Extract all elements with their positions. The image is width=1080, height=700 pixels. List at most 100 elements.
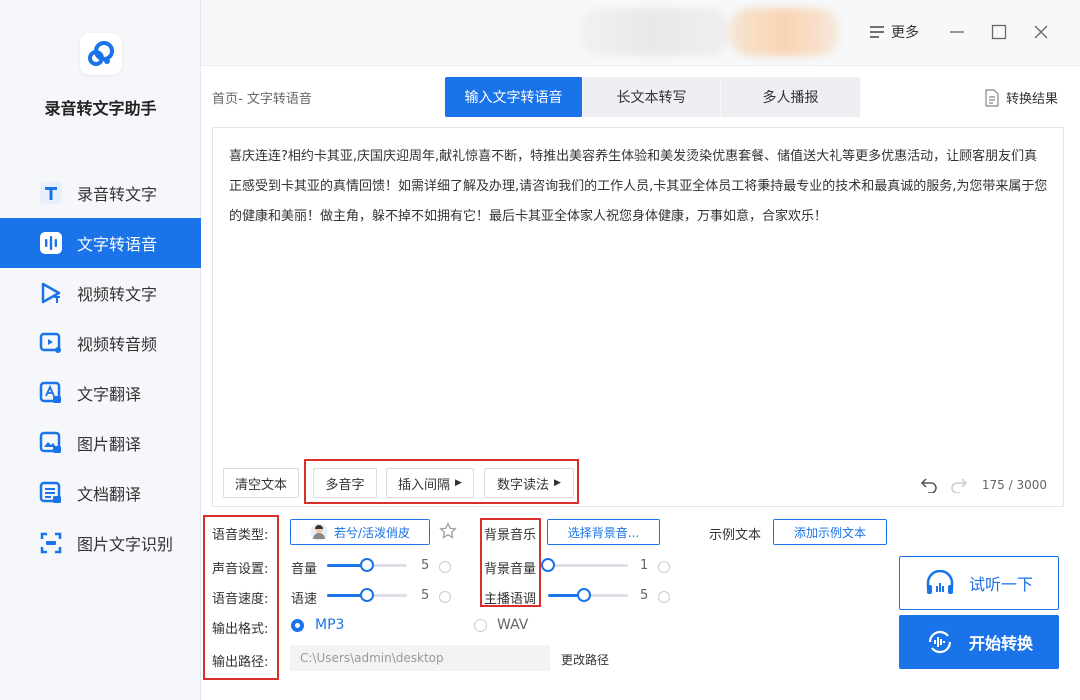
reset-icon[interactable] [439,561,451,573]
menu-icon [870,26,884,38]
pitch-slider[interactable] [548,588,628,602]
tab-bar: 输入文字转语音 长文本转写 多人播报 [445,77,861,117]
reset-icon[interactable] [658,561,670,573]
sidebar-item-video-to-audio[interactable]: 视频转音频 [0,318,201,368]
select-bg-music-button[interactable]: 选择背景音... [547,519,660,545]
output-path-field[interactable]: C:\Users\admin\desktop [290,645,550,671]
breadcrumb: 首页- 文字转语音 [212,92,312,107]
triangle-right-icon: ▶ [554,478,561,488]
undo-icon[interactable] [920,475,938,493]
text-editor[interactable]: 喜庆连连?相约卡其亚,庆国庆迎周年,献礼惊喜不断，特推出美容养生体验和美发烫染优… [212,127,1064,507]
voice-name: 若兮/活泼俏皮 [333,525,411,540]
wav-radio[interactable] [474,619,487,632]
video-audio-icon [38,330,64,356]
number-reading-button[interactable]: 数字读法 ▶ [484,468,574,498]
start-label: 开始转换 [968,634,1033,653]
sidebar-item-image-translate[interactable]: 图片翻译 [0,418,201,468]
sidebar-item-label: 视频转文字 [77,285,158,304]
insert-pause-button[interactable]: 插入间隔 ▶ [386,468,474,498]
result-label: 转换结果 [1006,92,1059,107]
pitch-label: 主播语调 [484,592,537,607]
speed-label: 语速 [291,592,318,607]
sidebar-item-video-to-text[interactable]: 视频转文字 [0,268,201,318]
star-icon[interactable] [439,522,457,540]
close-icon [1034,25,1048,39]
character-counter: 175 / 3000 [981,478,1047,492]
sidebar-item-text-to-speech[interactable]: 文字转语音 [0,218,201,268]
more-menu-button[interactable]: 更多 [869,22,919,42]
sidebar-item-label: 录音转文字 [77,185,158,204]
sidebar-item-label: 文字转语音 [77,235,158,254]
sidebar-item-audio-to-text[interactable]: 录音转文字 [0,168,201,218]
audio-convert-icon [928,630,952,654]
document-icon [985,88,999,107]
wav-label: WAV [497,617,529,633]
maximize-icon [991,24,1007,40]
sidebar-item-text-translate[interactable]: 文字翻译 [0,368,201,418]
close-button[interactable] [1029,20,1053,44]
app-name: 录音转文字助手 [44,99,157,118]
cloud-logo-icon [88,41,114,66]
text-t-icon [38,180,64,206]
tab-multi-speaker[interactable]: 多人播报 [721,77,861,117]
output-format-label: 输出格式: [212,622,269,637]
app-logo [80,33,122,75]
speed-slider[interactable] [327,588,407,602]
conversion-result-button[interactable]: 转换结果 [984,88,1058,107]
add-sample-text-button[interactable]: 添加示例文本 [773,519,887,545]
maximize-button[interactable] [987,20,1011,44]
listen-label: 试听一下 [968,575,1033,594]
tab-long-text[interactable]: 长文本转写 [583,77,721,117]
bg-volume-value: 1 [640,558,649,573]
clear-text-button[interactable]: 清空文本 [223,468,299,498]
slider-knob[interactable] [360,558,374,572]
sidebar-item-ocr[interactable]: 图片文字识别 [0,518,201,568]
speed-value: 5 [421,588,430,603]
slider-knob[interactable] [541,558,555,572]
speech-speed-label: 语音速度: [212,592,269,607]
blurred-area [729,8,839,56]
bg-volume-slider[interactable] [541,558,628,572]
voice-type-label: 语音类型: [212,528,269,543]
sidebar-item-label: 图片文字识别 [77,535,174,554]
volume-label: 音量 [291,562,318,577]
voice-select-button[interactable]: 若兮/活泼俏皮 [290,519,430,545]
slider-track [548,564,628,567]
sidebar-nav: 录音转文字 文字转语音 视频转文字 视频转音频 文字翻译 图片翻译 文档翻译 图… [0,168,201,568]
translate-text-icon [38,380,64,406]
redo-icon[interactable] [950,475,968,493]
editor-text[interactable]: 喜庆连连?相约卡其亚,庆国庆迎周年,献礼惊喜不断，特推出美容养生体验和美发烫染优… [229,142,1049,232]
minimize-icon [950,31,964,33]
headphones-icon [926,570,954,594]
number-reading-label: 数字读法 [497,477,550,493]
tab-text-to-speech[interactable]: 输入文字转语音 [445,77,583,117]
bg-music-label: 背景音乐 [484,528,537,543]
top-bar: 更多 [201,0,1080,66]
slider-knob[interactable] [577,588,591,602]
volume-value: 5 [421,558,430,573]
output-path-label: 输出路径: [212,655,269,670]
listen-button[interactable]: 试听一下 [899,556,1059,610]
reset-icon[interactable] [439,591,451,603]
bg-volume-label: 背景音量 [484,562,537,577]
mp3-label: MP3 [315,617,345,633]
mp3-radio[interactable] [291,619,304,632]
avatar-icon [310,523,328,541]
sidebar-item-label: 图片翻译 [77,435,142,454]
scan-icon [38,530,64,556]
sound-settings-label: 声音设置: [212,562,269,577]
audio-wave-icon [38,230,64,256]
sidebar-item-label: 视频转音频 [77,335,158,354]
volume-slider[interactable] [327,558,407,572]
sidebar: 录音转文字助手 录音转文字 文字转语音 视频转文字 视频转音频 文字翻译 图片翻… [0,0,201,700]
video-play-icon [38,280,64,306]
sidebar-item-doc-translate[interactable]: 文档翻译 [0,468,201,518]
start-conversion-button[interactable]: 开始转换 [899,615,1059,669]
reset-icon[interactable] [658,591,670,603]
slider-knob[interactable] [360,588,374,602]
change-path-link[interactable]: 更改路径 [561,651,609,668]
image-translate-icon [38,430,64,456]
polyphone-button[interactable]: 多音字 [313,468,377,498]
minimize-button[interactable] [945,20,969,44]
blurred-area [579,8,729,56]
